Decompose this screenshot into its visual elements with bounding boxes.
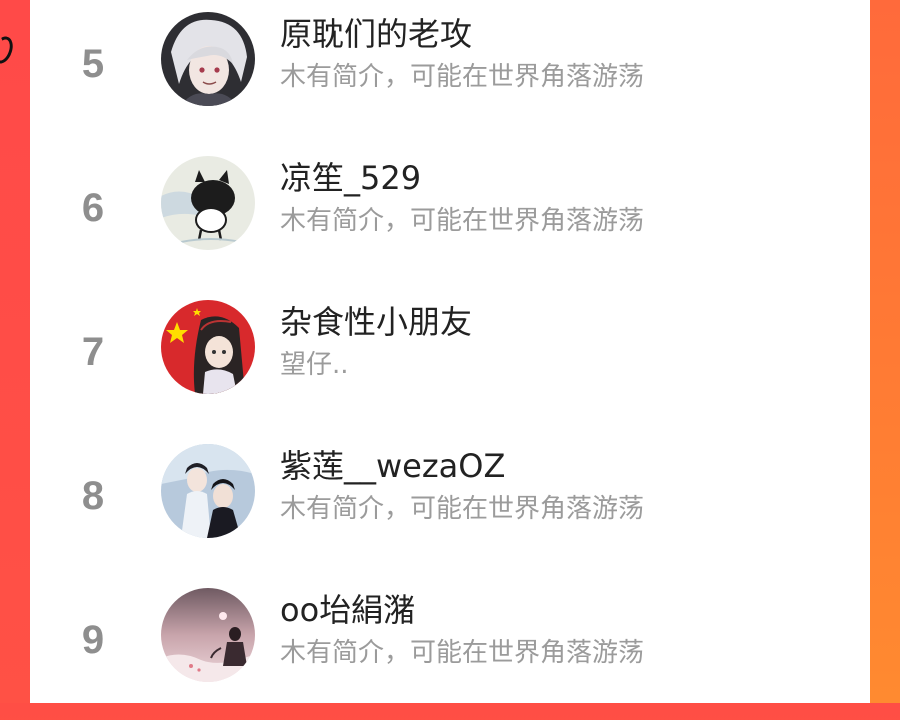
user-bio: 望仔.. xyxy=(280,350,349,380)
ranking-list-card: 5 原耽们的老攻 木有简介，可能在世界角落游荡 6 凉笙_529 木有简介，可能… xyxy=(30,0,870,703)
user-name: 紫莲__wezaOZ xyxy=(280,447,506,485)
avatar-white-haired-character-icon[interactable] xyxy=(161,12,255,106)
list-item[interactable]: 7 杂食性小朋友 望仔.. xyxy=(30,288,870,432)
background-right-strip xyxy=(870,0,900,703)
list-item[interactable]: 9 oo坮絹潴 木有简介，可能在世界角落游荡 xyxy=(30,576,870,720)
user-name: 原耽们的老攻 xyxy=(280,15,473,53)
user-bio: 木有简介，可能在世界角落游荡 xyxy=(280,638,645,668)
rank-number: 5 xyxy=(81,42,105,86)
rank-number: 6 xyxy=(81,186,105,230)
background-left-strip xyxy=(0,0,30,703)
user-name: 杂食性小朋友 xyxy=(280,303,473,341)
list-item[interactable]: 6 凉笙_529 木有简介，可能在世界角落游荡 xyxy=(30,144,870,288)
avatar-two-characters-icon[interactable] xyxy=(161,444,255,538)
user-bio: 木有简介，可能在世界角落游荡 xyxy=(280,494,645,524)
rank-number: 7 xyxy=(81,330,105,374)
avatar-flag-character-icon[interactable] xyxy=(161,300,255,394)
list-item[interactable]: 8 紫莲__wezaOZ 木有简介，可能在世界角落游荡 xyxy=(30,432,870,576)
avatar-pink-sky-figure-icon[interactable] xyxy=(161,588,255,682)
rank-number: 8 xyxy=(81,474,105,518)
rank-number: 9 xyxy=(81,618,105,662)
avatar-cartoon-pig-icon[interactable] xyxy=(161,156,255,250)
user-bio: 木有简介，可能在世界角落游荡 xyxy=(280,206,645,236)
user-bio: 木有简介，可能在世界角落游荡 xyxy=(280,62,645,92)
list-item[interactable]: 5 原耽们的老攻 木有简介，可能在世界角落游荡 xyxy=(30,0,870,144)
user-name: oo坮絹潴 xyxy=(280,591,416,629)
user-name: 凉笙_529 xyxy=(280,159,422,197)
edge-icon xyxy=(0,33,17,67)
